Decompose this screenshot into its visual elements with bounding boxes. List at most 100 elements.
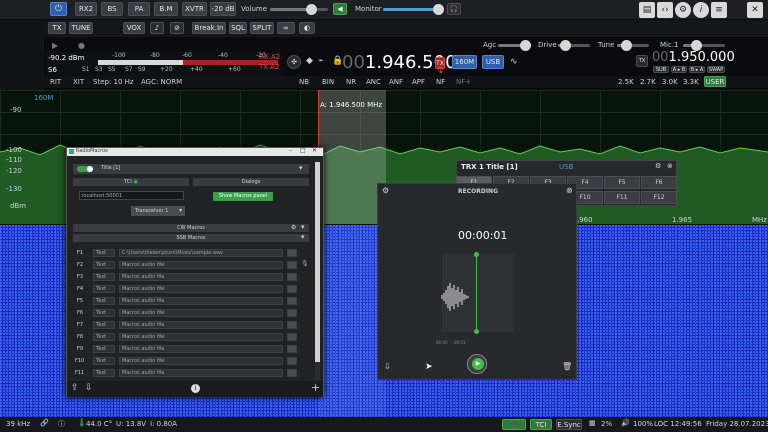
macro-file-field[interactable]: Macros audio file xyxy=(119,333,283,341)
macro-text-field[interactable]: Text xyxy=(93,333,115,341)
info-icon[interactable]: i xyxy=(693,2,709,18)
filter-2-7k[interactable]: 2.7K xyxy=(640,78,656,86)
volume-slider[interactable] xyxy=(270,4,328,15)
close-icon[interactable]: ✕ xyxy=(312,147,317,154)
band-button-pa[interactable]: PA xyxy=(128,2,150,16)
rit-button[interactable]: RIT xyxy=(50,78,61,86)
filter-2-5k[interactable]: 2.5K xyxy=(618,78,634,86)
import-icon[interactable]: ⇩ xyxy=(85,383,93,393)
collapse-icon[interactable]: ▾ xyxy=(301,223,305,231)
band-button-bs[interactable]: BS xyxy=(101,2,123,16)
macro-file-field[interactable]: Macros audio file xyxy=(119,357,283,365)
macro-file-field[interactable]: C:\Users\thelen\pturn\Music\sample.wav xyxy=(119,249,283,257)
macro-text-field[interactable]: Text xyxy=(93,249,115,257)
power-button[interactable]: ⏻ xyxy=(50,2,67,16)
step-label[interactable]: Step: 10 Hz xyxy=(93,78,134,86)
macros-titlebar[interactable]: RadioMacros – □ ✕ xyxy=(67,147,323,156)
scrollbar-thumb[interactable] xyxy=(315,162,320,362)
fkey-f11[interactable]: F11 xyxy=(604,191,640,204)
macro-browse-button[interactable] xyxy=(287,297,297,305)
rit-icon[interactable]: ⌁ xyxy=(318,56,323,66)
record-icon[interactable]: ● xyxy=(78,41,85,50)
macro-text-field[interactable]: Text xyxy=(93,285,115,293)
macro-file-field[interactable]: Macros audio file xyxy=(119,369,283,377)
enable-toggle[interactable] xyxy=(77,166,93,172)
dsp-anf[interactable]: ANF xyxy=(389,78,403,86)
tune-knob-icon[interactable]: ✣ xyxy=(287,55,301,69)
fkey-f5[interactable]: F5 xyxy=(604,176,640,189)
tx-button[interactable]: TX xyxy=(48,22,66,34)
sub-button[interactable]: SUB xyxy=(653,66,669,73)
macro-text-field[interactable]: Text xyxy=(93,369,115,377)
b-to-a-button[interactable]: B ▸ A xyxy=(689,66,705,73)
break-in-button[interactable]: Break.In xyxy=(192,22,226,34)
mic-icon-vfo[interactable]: 🎙 xyxy=(436,66,445,74)
sql-button[interactable]: SQL xyxy=(229,22,247,34)
macro-file-field[interactable]: Macros audio file xyxy=(119,309,283,317)
band-button-bm[interactable]: B.M xyxy=(154,2,178,16)
macro-text-field[interactable]: Text xyxy=(93,321,115,329)
gear-icon[interactable]: ⚙ xyxy=(382,186,389,195)
macro-browse-button[interactable] xyxy=(287,345,297,353)
playhead-line[interactable] xyxy=(474,252,479,334)
maximize-icon[interactable]: □ xyxy=(300,147,306,154)
save-icon[interactable]: ⇩ xyxy=(384,362,391,371)
macro-file-field[interactable]: Macros audio file xyxy=(119,285,283,293)
marker-icon[interactable]: ◆ xyxy=(306,56,313,66)
gear-icon[interactable]: ⚙ xyxy=(291,224,296,232)
mute-icon[interactable]: ⊘ xyxy=(170,22,184,34)
band-button-xvtr[interactable]: XVTR xyxy=(182,2,207,16)
macro-browse-button[interactable] xyxy=(287,273,297,281)
headphones-icon[interactable]: 🎧 xyxy=(447,3,461,15)
macro-browse-button[interactable] xyxy=(287,321,297,329)
mic-icon[interactable]: 🎙 xyxy=(301,260,309,267)
play-icon[interactable]: ▶ xyxy=(52,41,58,50)
vox-button[interactable]: VOX xyxy=(123,22,145,34)
info-icon[interactable]: ⓘ xyxy=(58,419,65,429)
band-button-rx2[interactable]: RX2 xyxy=(75,2,97,16)
link-icon[interactable]: 🔗 xyxy=(40,419,49,427)
macro-browse-button[interactable] xyxy=(287,357,297,365)
agc-slider[interactable] xyxy=(498,40,531,51)
sliders-icon[interactable]: ≡ xyxy=(711,2,727,18)
macro-text-field[interactable]: Text xyxy=(93,273,115,281)
mic-icon[interactable]: ♪ xyxy=(150,22,164,34)
fkey-f6[interactable]: F6 xyxy=(641,176,677,189)
macro-text-field[interactable]: Text xyxy=(93,261,115,269)
dsp-nf[interactable]: NF xyxy=(436,78,445,86)
macro-browse-button[interactable] xyxy=(287,249,297,257)
split-button[interactable]: SPLIT xyxy=(250,22,274,34)
gear-icon[interactable]: ⚙ xyxy=(675,2,691,18)
esync-button[interactable]: E.Sync xyxy=(556,419,582,430)
filter-3-0k[interactable]: 3.0K xyxy=(662,78,678,86)
macro-text-field[interactable]: Text xyxy=(93,345,115,353)
macros-scrollbar[interactable] xyxy=(315,162,320,380)
vfo-a-band-button[interactable]: 160M xyxy=(452,55,477,69)
headphones-status-icon[interactable]: 🎧 xyxy=(502,419,526,430)
macro-file-field[interactable]: Macros audio file xyxy=(119,345,283,353)
monitor-slider[interactable] xyxy=(383,4,444,15)
dsp-bin[interactable]: BIN xyxy=(322,78,334,86)
macro-text-field[interactable]: Text xyxy=(93,297,115,305)
code-icon[interactable]: ‹› xyxy=(657,2,673,18)
cw-macros-section[interactable]: CW Macros ⚙ ▾ xyxy=(73,223,309,232)
close-icon[interactable]: ✕ xyxy=(747,2,763,18)
macro-browse-button[interactable] xyxy=(287,309,297,317)
passband-overlay[interactable] xyxy=(318,90,386,224)
tune-slider[interactable] xyxy=(617,40,649,51)
xit-button[interactable]: XIT xyxy=(73,78,84,86)
macro-file-field[interactable]: Macros audio file xyxy=(119,297,283,305)
vfo-b-frequency[interactable]: 001.950.000 xyxy=(652,50,768,66)
export-icon[interactable]: ⇪ xyxy=(71,383,79,393)
close-icon[interactable]: ⊗ xyxy=(667,162,673,170)
macro-file-field[interactable]: Macros audio file xyxy=(119,321,283,329)
tape-icon[interactable]: ∞ xyxy=(277,22,295,34)
close-icon[interactable]: ⊗ xyxy=(566,186,573,195)
a-to-b-button[interactable]: A ▸ B xyxy=(671,66,687,73)
macro-text-field[interactable]: Text xyxy=(93,357,115,365)
collapse-icon[interactable]: ▾ xyxy=(299,164,303,172)
macro-browse-button[interactable] xyxy=(287,333,297,341)
minimize-icon[interactable]: – xyxy=(289,147,292,154)
tci-host-input[interactable]: localhost:50001 xyxy=(79,191,184,200)
dsp-apf[interactable]: APF xyxy=(412,78,425,86)
